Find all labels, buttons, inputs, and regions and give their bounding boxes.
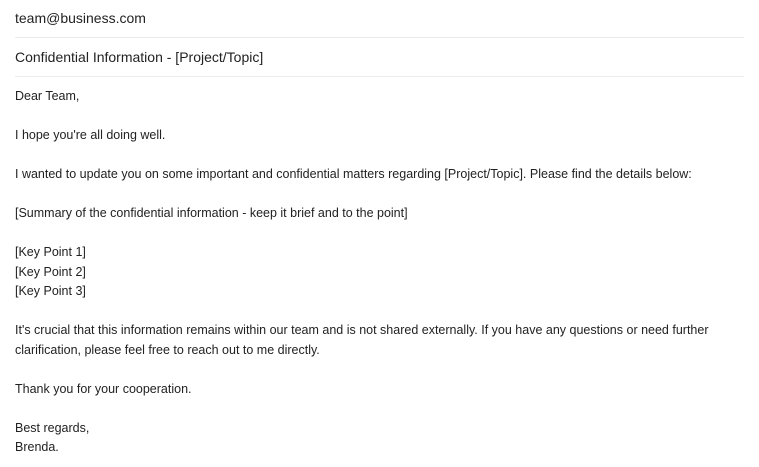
- update-line: I wanted to update you on some important…: [15, 167, 692, 181]
- signature-line: Brenda.: [15, 440, 59, 454]
- crucial-line-1: It's crucial that this information remai…: [15, 323, 709, 337]
- thanks-line: Thank you for your cooperation.: [15, 381, 192, 396]
- recipients-field[interactable]: team@business.com: [15, 0, 744, 38]
- key-point-1: [Key Point 1]: [15, 245, 86, 259]
- crucial-line-2: clarification, please feel free to reach…: [15, 342, 320, 357]
- closing-line: Best regards,: [15, 420, 90, 435]
- intro-line: I hope you're all doing well.: [15, 128, 166, 142]
- key-point-2: [Key Point 2]: [15, 264, 86, 279]
- email-compose-window: team@business.com Confidential Informati…: [0, 0, 759, 467]
- recipient-address[interactable]: team@business.com: [15, 10, 146, 26]
- subject-text[interactable]: Confidential Information - [Project/Topi…: [15, 49, 263, 65]
- summary-line: [Summary of the confidential information…: [15, 206, 408, 220]
- key-point-3: [Key Point 3]: [15, 284, 86, 298]
- greeting: Dear Team,: [15, 89, 80, 103]
- subject-field[interactable]: Confidential Information - [Project/Topi…: [15, 39, 744, 77]
- message-body[interactable]: Dear Team, I hope you're all doing well.…: [15, 87, 750, 458]
